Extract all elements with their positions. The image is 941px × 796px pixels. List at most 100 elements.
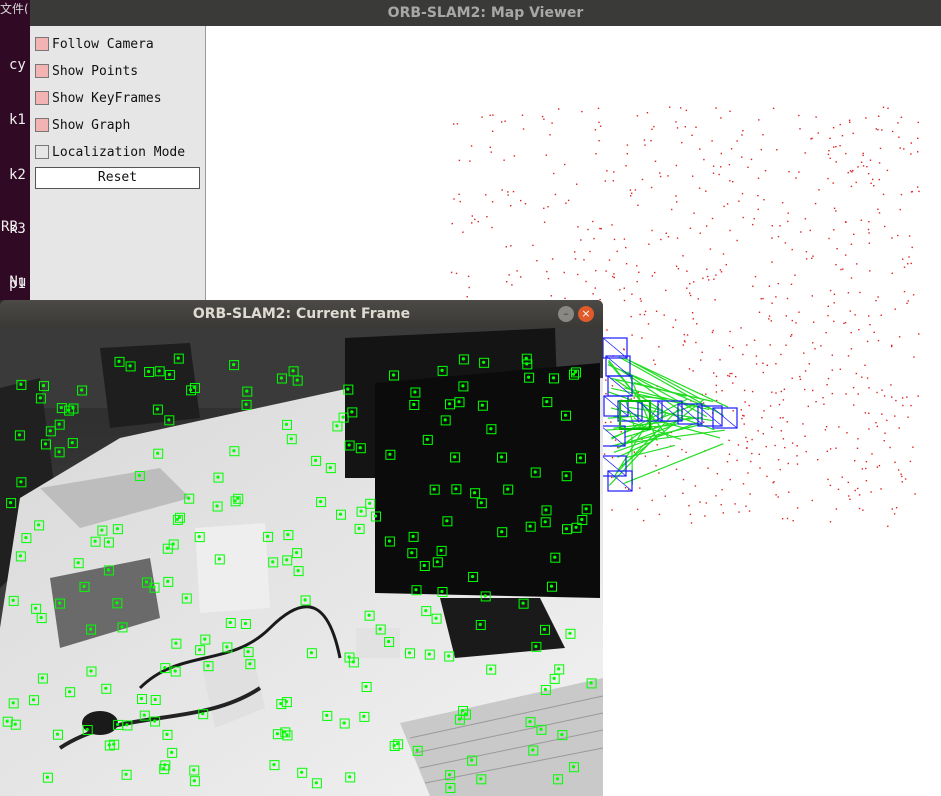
feature-point: [5, 719, 9, 723]
feature-point: [325, 713, 329, 717]
feature-point: [443, 418, 447, 422]
terminal-line: Nu: [1, 274, 27, 291]
show-graph-checkbox[interactable]: [35, 118, 49, 132]
feature-point: [184, 596, 188, 600]
feature-point: [407, 651, 412, 655]
feature-point: [482, 360, 486, 364]
feature-point: [232, 363, 236, 367]
feature-point: [341, 415, 345, 419]
feature-point: [198, 648, 202, 652]
feature-point: [128, 364, 132, 368]
reset-button[interactable]: Reset: [35, 167, 200, 189]
feature-point: [534, 644, 538, 648]
feature-point: [34, 606, 38, 610]
feature-point: [460, 708, 465, 713]
feature-point: [275, 732, 279, 736]
feature-point: [112, 742, 116, 746]
feature-point: [412, 402, 416, 407]
feature-point: [271, 560, 275, 564]
follow-camera-toggle[interactable]: Follow Camera: [35, 35, 154, 53]
feature-point: [544, 508, 548, 512]
show-keyframes-toggle[interactable]: Show KeyFrames: [35, 89, 162, 107]
feature-point: [373, 514, 378, 518]
feature-point: [342, 721, 346, 725]
feature-point: [574, 525, 578, 529]
feature-point: [11, 701, 15, 705]
feature-point: [387, 639, 391, 644]
feature-point: [346, 387, 350, 391]
feature-point: [68, 690, 72, 694]
feature-point: [58, 601, 62, 605]
feature-point: [350, 410, 354, 414]
feature-point: [473, 491, 477, 495]
feature-point: [192, 779, 196, 783]
feature-point: [578, 456, 583, 460]
feature-point: [448, 773, 452, 777]
terminal-line: cy: [9, 57, 26, 74]
terminal-menu-file[interactable]: 文件(: [0, 0, 30, 14]
feature-point: [500, 530, 504, 534]
feature-point: [17, 433, 21, 437]
feature-point: [424, 609, 428, 613]
feature-point: [328, 466, 332, 470]
feature-point: [447, 402, 452, 406]
feature-point: [415, 748, 419, 752]
feature-point: [232, 449, 236, 453]
feature-point: [387, 539, 391, 543]
feature-point: [506, 487, 510, 491]
feature-point: [19, 382, 23, 386]
feature-point: [201, 712, 205, 716]
current-frame-window[interactable]: ORB-SLAM2: Current Frame – ×: [0, 300, 603, 796]
feature-point: [414, 588, 418, 592]
feature-point: [479, 501, 483, 505]
show-keyframes-checkbox[interactable]: [35, 91, 49, 105]
feature-point: [531, 748, 535, 752]
feature-point: [157, 369, 161, 373]
localization-mode-toggle[interactable]: Localization Mode: [35, 143, 185, 161]
show-points-checkbox[interactable]: [35, 64, 49, 78]
feature-point: [124, 772, 128, 776]
feature-point: [533, 470, 537, 474]
feature-point: [9, 501, 13, 505]
feature-point: [57, 422, 61, 426]
feature-point: [285, 733, 289, 737]
current-frame-titlebar[interactable]: ORB-SLAM2: Current Frame: [0, 300, 603, 328]
feature-point: [573, 370, 578, 374]
feature-point: [422, 563, 426, 568]
terminal-line: RB: [1, 219, 18, 236]
feature-point: [85, 727, 89, 732]
feature-point: [392, 743, 396, 748]
feature-point: [347, 443, 351, 447]
feature-point: [284, 422, 289, 426]
paper-stack: [195, 523, 270, 613]
show-graph-toggle[interactable]: Show Graph: [35, 116, 130, 134]
show-points-toggle[interactable]: Show Points: [35, 62, 138, 80]
feature-point: [580, 517, 584, 522]
feature-point: [457, 400, 461, 404]
feature-point: [368, 501, 372, 505]
feature-point: [314, 458, 318, 462]
feature-point: [125, 723, 129, 727]
feature-point: [246, 650, 250, 654]
feature-point: [173, 669, 177, 673]
feature-point: [216, 475, 220, 479]
feature-point: [142, 713, 146, 717]
feature-point: [156, 451, 160, 455]
feature-point: [552, 676, 556, 680]
close-icon[interactable]: ×: [578, 306, 594, 322]
map-viewer-titlebar[interactable]: ORB-SLAM2: Map Viewer: [30, 0, 941, 26]
show-points-label: Show Points: [52, 63, 139, 79]
follow-camera-checkbox[interactable]: [35, 37, 49, 51]
minimize-icon[interactable]: –: [558, 306, 574, 322]
feature-point: [447, 654, 451, 658]
feature-point: [104, 686, 108, 690]
camera-frame-image: [0, 328, 603, 796]
feature-point: [589, 681, 593, 685]
feature-point: [166, 579, 170, 583]
feature-point: [563, 413, 568, 417]
feature-point: [378, 627, 382, 631]
feature-point: [71, 406, 75, 410]
feature-point: [445, 519, 449, 523]
localization-mode-checkbox[interactable]: [35, 145, 49, 159]
feature-point: [13, 722, 17, 726]
